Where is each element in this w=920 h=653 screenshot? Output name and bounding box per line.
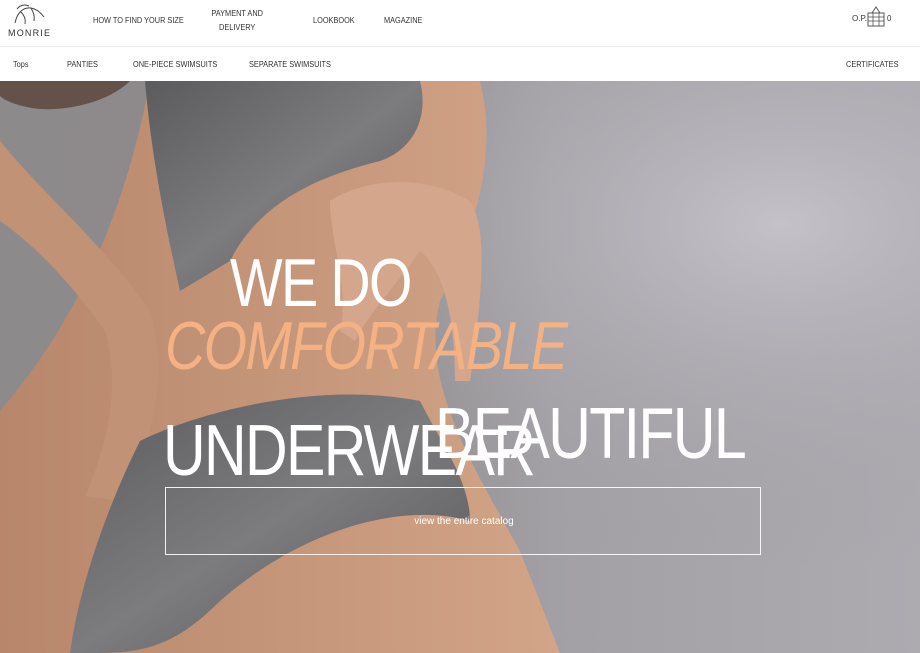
category-certificates[interactable]: CERTIFICATES [846,60,898,69]
nav-payment-line1: PAYMENT AND [211,9,263,18]
hero-banner: WE DO COMFORTABLE BEAUTIFUL UNDERWEAR vi… [0,81,920,653]
basket-icon[interactable] [866,6,886,28]
hero-line-underwear: UNDERWEAR [163,411,536,491]
nav-payment-line2: DELIVERY [219,23,256,32]
nav-magazine[interactable]: MAGAZINE [384,14,422,28]
category-bar: Tops PANTIES ONE-PIECE SWIMSUITS SEPARAT… [0,47,920,81]
nav-find-size[interactable]: HOW TO FIND YOUR SIZE [93,14,184,28]
category-tops[interactable]: Tops [13,60,29,69]
nav-lookbook[interactable]: LOOKBOOK [313,14,355,28]
category-one-piece-swimsuits[interactable]: ONE-PIECE SWIMSUITS [133,60,217,69]
brand-logo[interactable]: MONRIE [8,3,50,41]
view-catalog-label: view the entire catalog [414,516,514,527]
nav-payment-delivery[interactable]: PAYMENT AND DELIVERY [205,7,269,35]
view-catalog-button[interactable]: view the entire catalog [165,487,761,555]
horse-logo-icon [14,4,45,25]
cart-count: 0 [887,14,892,23]
cart-label[interactable]: O.P. [852,14,867,23]
category-separate-swimsuits[interactable]: SEPARATE SWIMSUITS [249,60,331,69]
site-header: MONRIE HOW TO FIND YOUR SIZE PAYMENT AND… [0,0,920,47]
logo-text: MONRIE [8,28,52,38]
category-panties[interactable]: PANTIES [67,60,98,69]
hero-line-comfortable: COMFORTABLE [165,308,568,384]
